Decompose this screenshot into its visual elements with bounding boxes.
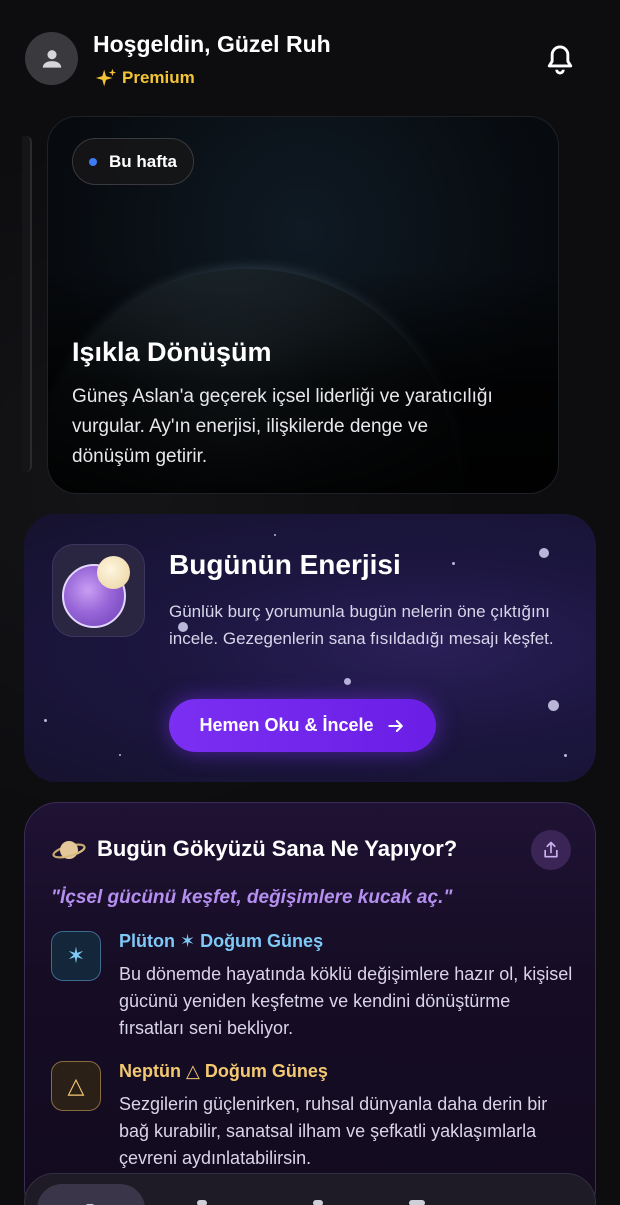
star-decoration (119, 754, 121, 756)
hero-description: Güneş Aslan'a geçerek içsel liderliği ve… (72, 386, 493, 467)
star-decoration (548, 700, 559, 711)
star-decoration (539, 548, 549, 558)
premium-badge[interactable]: Premium (95, 67, 195, 89)
share-button[interactable] (531, 830, 571, 870)
sky-today-card: Bugün Gökyüzü Sana Ne Yapıyor? "İçsel gü… (24, 802, 596, 1205)
star-decoration (452, 562, 455, 565)
nav-item-4-icon[interactable] (409, 1200, 425, 1205)
moon-icon-box (52, 544, 145, 637)
energy-description: Günlük burç yorumunla bugün nelerin öne … (169, 602, 554, 648)
transit-description: Sezgilerin güçlenirken, ruhsal dünyanla … (119, 1094, 548, 1168)
read-now-button[interactable]: Hemen Oku & İncele (169, 699, 436, 752)
saturn-icon (52, 841, 86, 859)
daily-quote: "İçsel gücünü keşfet, değişimlere kucak … (51, 887, 453, 908)
transit-description: Bu dönemde hayatında köklü değişimlere h… (119, 964, 573, 1038)
energy-title: Bugünün Enerjisi (169, 549, 401, 580)
hero-title: Işıkla Dönüşüm (72, 337, 272, 367)
transit-item[interactable]: △ Neptün △ Doğum Güneş Sezgilerin güçlen… (51, 1061, 581, 1181)
user-avatar[interactable] (25, 32, 78, 85)
nav-item-3-icon[interactable] (313, 1200, 323, 1205)
star-decoration (564, 754, 567, 757)
share-icon (544, 841, 558, 858)
star-decoration (274, 534, 276, 536)
transit-item[interactable]: ✶ Plüton ✶ Doğum Güneş Bu dönemde hayatı… (51, 931, 581, 1051)
notifications-button[interactable] (544, 43, 576, 77)
star-symbol-icon: ✶ (51, 931, 101, 981)
moon-icon (97, 556, 130, 589)
chip-dot-icon (89, 157, 97, 166)
star-decoration (44, 719, 47, 722)
read-now-label: Hemen Oku & İncele (199, 715, 374, 735)
previous-card-peek[interactable] (22, 136, 32, 472)
bottom-navigation (24, 1173, 596, 1205)
user-avatar-icon (42, 49, 61, 68)
week-chip: Bu hafta (72, 138, 194, 185)
arrow-right-icon (387, 719, 403, 732)
nav-item-2-icon[interactable] (197, 1200, 207, 1205)
week-chip-label: Bu hafta (109, 151, 177, 171)
greeting-title: Hoşgeldin, Güzel Ruh (93, 31, 331, 57)
nav-item-home[interactable] (37, 1184, 145, 1205)
transit-title: Plüton ✶ Doğum Güneş (119, 931, 324, 951)
sky-card-title: Bugün Gökyüzü Sana Ne Yapıyor? (97, 836, 458, 861)
star-decoration (344, 678, 351, 685)
daily-energy-card: Bugünün Enerjisi Günlük burç yorumunla b… (24, 514, 596, 782)
trine-symbol-icon: △ (51, 1061, 101, 1111)
app-header: Hoşgeldin, Güzel Ruh Premium (0, 0, 620, 110)
weekly-hero-card[interactable]: Bu hafta Işıkla Dönüşüm Güneş Aslan'a ge… (47, 116, 559, 494)
bell-icon (547, 45, 573, 75)
premium-label: Premium (122, 68, 195, 87)
sparkles-icon (95, 68, 117, 87)
transit-title: Neptün △ Doğum Güneş (119, 1061, 328, 1081)
